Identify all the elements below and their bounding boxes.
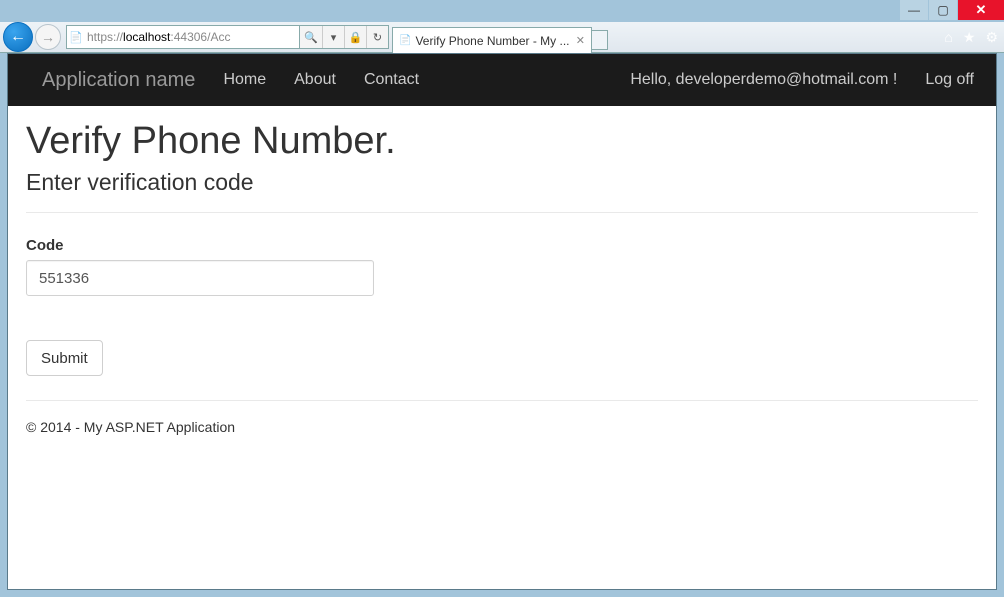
brand-link[interactable]: Application name xyxy=(42,69,195,92)
code-label: Code xyxy=(26,237,978,254)
window-maximize-button[interactable]: ▢ xyxy=(929,0,957,20)
content-viewport: Application name Home About Contact Hell… xyxy=(7,53,997,590)
toolbar-right: ⌂ ★ ⚙ xyxy=(944,29,998,46)
divider xyxy=(26,400,978,401)
code-input[interactable] xyxy=(26,260,374,296)
dropdown-icon[interactable]: ▾ xyxy=(322,26,344,48)
tab-close-icon[interactable]: ✕ xyxy=(576,34,585,47)
window-minimize-button[interactable]: — xyxy=(900,0,928,20)
footer-text: © 2014 - My ASP.NET Application xyxy=(26,419,978,435)
page-icon: 📄 xyxy=(67,31,85,44)
user-greeting-link[interactable]: Hello, developerdemo@hotmail.com ! xyxy=(630,71,897,89)
submit-button[interactable]: Submit xyxy=(26,340,103,376)
new-tab-button[interactable] xyxy=(592,30,608,50)
page-body: Verify Phone Number. Enter verification … xyxy=(8,106,996,435)
divider xyxy=(26,212,978,213)
settings-icon[interactable]: ⚙ xyxy=(985,29,998,46)
tab-title: Verify Phone Number - My ... xyxy=(415,34,569,48)
address-text: https://localhost:44306/Acc xyxy=(85,30,299,44)
search-icon[interactable]: 🔍 xyxy=(300,26,322,48)
address-bar[interactable]: 📄 https://localhost:44306/Acc xyxy=(66,25,300,49)
page-title: Verify Phone Number. xyxy=(26,120,978,163)
address-controls: 🔍 ▾ 🔒 ↻ xyxy=(300,25,389,49)
tab-favicon: 📄 xyxy=(399,35,411,46)
window-titlebar: — ▢ ✕ xyxy=(0,0,1004,22)
browser-toolbar: ← → 📄 https://localhost:44306/Acc 🔍 ▾ 🔒 … xyxy=(0,22,1004,53)
browser-tab[interactable]: 📄 Verify Phone Number - My ... ✕ xyxy=(392,27,592,53)
home-icon[interactable]: ⌂ xyxy=(944,29,952,46)
page-subtitle: Enter verification code xyxy=(26,169,978,196)
favorites-icon[interactable]: ★ xyxy=(963,29,976,46)
app-navbar: Application name Home About Contact Hell… xyxy=(8,54,996,106)
lock-icon: 🔒 xyxy=(344,26,366,48)
browser-forward-button[interactable]: → xyxy=(35,24,61,50)
window-close-button[interactable]: ✕ xyxy=(958,0,1004,20)
nav-about[interactable]: About xyxy=(294,71,336,89)
nav-contact[interactable]: Contact xyxy=(364,71,419,89)
nav-home[interactable]: Home xyxy=(223,71,266,89)
refresh-icon[interactable]: ↻ xyxy=(366,26,388,48)
browser-back-button[interactable]: ← xyxy=(3,22,33,52)
logoff-link[interactable]: Log off xyxy=(925,71,974,89)
